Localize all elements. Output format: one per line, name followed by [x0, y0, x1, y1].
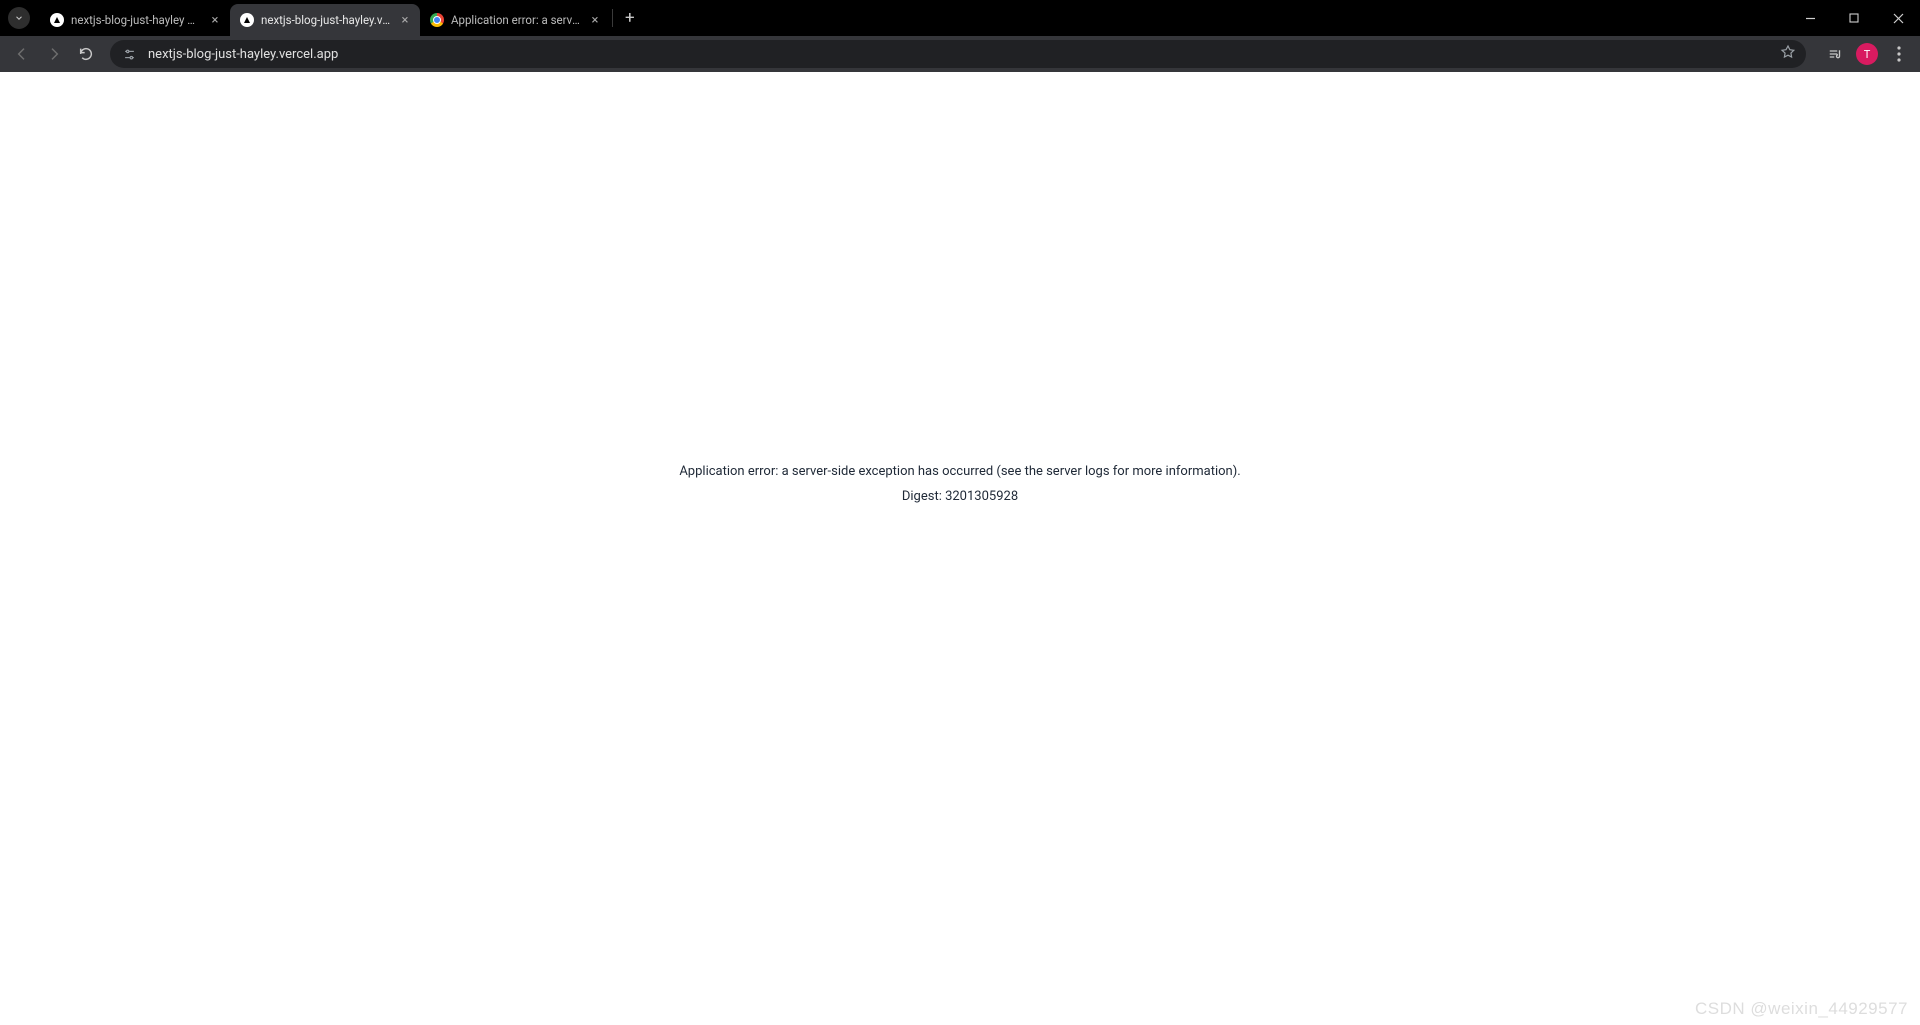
minimize-icon — [1805, 13, 1816, 24]
profile-avatar[interactable]: T — [1856, 43, 1878, 65]
vercel-icon — [240, 13, 254, 27]
browser-titlebar: nextjs-blog-just-hayley – Deplo × nextjs… — [0, 0, 1920, 36]
chevron-down-icon — [14, 13, 24, 23]
new-tab-button[interactable]: + — [615, 8, 645, 28]
error-digest: Digest: 3201305928 — [902, 489, 1018, 504]
forward-button[interactable] — [40, 40, 68, 68]
music-note-icon — [1826, 45, 1844, 63]
chrome-menu-button[interactable] — [1886, 41, 1912, 67]
kebab-icon — [1897, 46, 1901, 62]
bookmark-button[interactable] — [1780, 44, 1796, 64]
avatar-initial: T — [1864, 48, 1871, 61]
address-bar[interactable]: nextjs-blog-just-hayley.vercel.app — [110, 40, 1806, 68]
close-icon — [1893, 13, 1904, 24]
error-message: Application error: a server-side excepti… — [679, 464, 1240, 479]
tab-strip: nextjs-blog-just-hayley – Deplo × nextjs… — [40, 0, 645, 36]
tab-separator — [612, 9, 613, 27]
toolbar-actions: T — [1816, 41, 1912, 67]
arrow-left-icon — [14, 46, 30, 62]
tab-deployments[interactable]: nextjs-blog-just-hayley – Deplo × — [40, 4, 230, 36]
minimize-button[interactable] — [1788, 0, 1832, 36]
search-tabs-button[interactable] — [8, 7, 30, 29]
tab-title: Application error: a server-side — [451, 13, 581, 27]
page-content: Application error: a server-side excepti… — [0, 72, 1920, 1025]
maximize-button[interactable] — [1832, 0, 1876, 36]
tab-error[interactable]: Application error: a server-side × — [420, 4, 610, 36]
tab-app-active[interactable]: nextjs-blog-just-hayley.vercel.a × — [230, 4, 420, 36]
close-icon[interactable]: × — [588, 13, 602, 27]
back-button[interactable] — [8, 40, 36, 68]
tune-icon — [122, 47, 137, 62]
close-window-button[interactable] — [1876, 0, 1920, 36]
tab-title: nextjs-blog-just-hayley.vercel.a — [261, 13, 391, 27]
watermark: CSDN @weixin_44929577 — [1695, 999, 1908, 1019]
vercel-icon — [50, 13, 64, 27]
window-controls — [1788, 0, 1920, 36]
url-text: nextjs-blog-just-hayley.vercel.app — [148, 47, 1770, 62]
arrow-right-icon — [46, 46, 62, 62]
close-icon[interactable]: × — [398, 13, 412, 27]
reload-icon — [78, 46, 94, 62]
maximize-icon — [1849, 13, 1859, 23]
browser-toolbar: nextjs-blog-just-hayley.vercel.app T — [0, 36, 1920, 72]
chrome-icon — [430, 13, 444, 27]
tab-title: nextjs-blog-just-hayley – Deplo — [71, 13, 201, 27]
close-icon[interactable]: × — [208, 13, 222, 27]
star-icon — [1780, 44, 1796, 60]
reload-button[interactable] — [72, 40, 100, 68]
media-control-button[interactable] — [1822, 41, 1848, 67]
site-info-button[interactable] — [120, 45, 138, 63]
